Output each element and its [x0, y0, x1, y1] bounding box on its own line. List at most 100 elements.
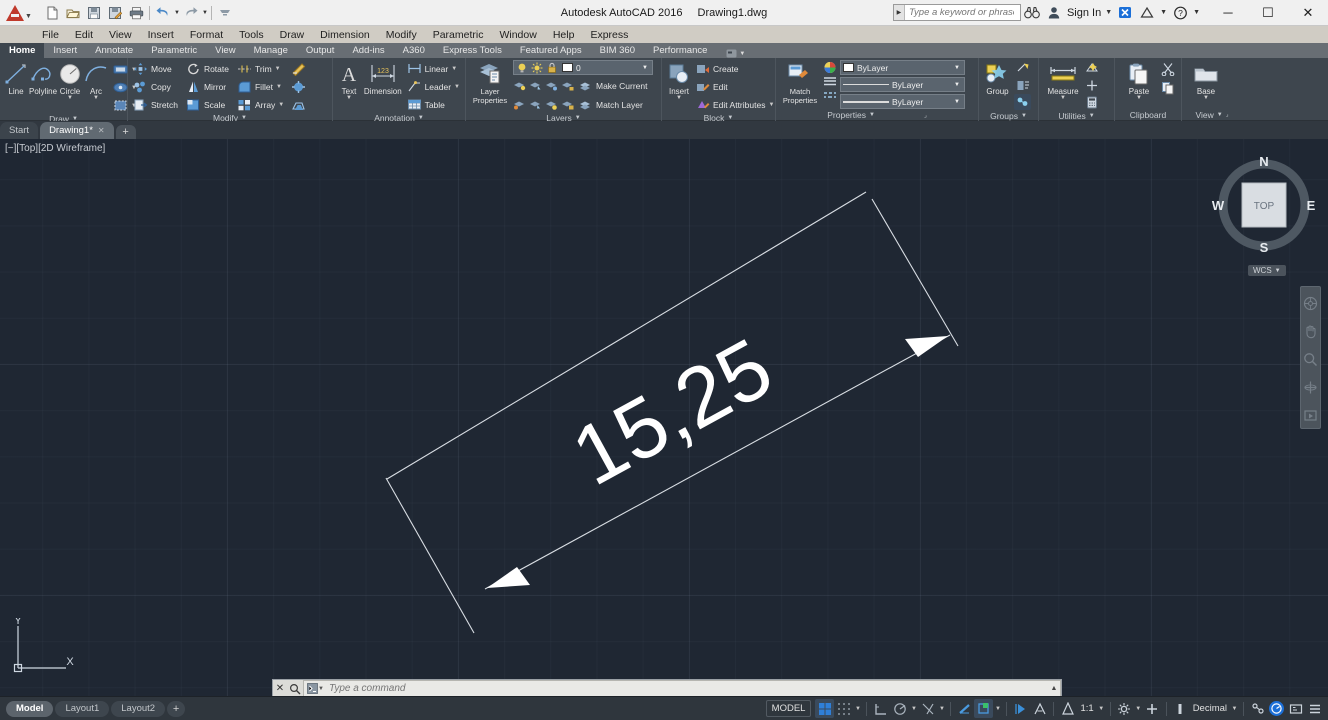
object-snap-tracking-button[interactable]	[918, 699, 937, 718]
autodesk-app-icon[interactable]	[1136, 2, 1158, 24]
ribbon-tab-express-tools[interactable]: Express Tools	[434, 43, 511, 58]
sign-in-dropdown-icon[interactable]: ▼	[1105, 9, 1112, 16]
copy-clip-icon[interactable]	[1161, 79, 1175, 97]
edit-attributes-dropdown-icon[interactable]: ▼	[768, 102, 774, 108]
base-view-button[interactable]: Base ▼	[1185, 60, 1227, 101]
ribbon-tab-home[interactable]: Home	[0, 43, 45, 58]
array-dropdown-icon[interactable]: ▼	[278, 102, 284, 108]
menu-item-dimension[interactable]: Dimension	[312, 27, 378, 43]
zoom-magnifier-icon[interactable]	[1301, 346, 1320, 372]
undo-arrow-icon[interactable]	[153, 3, 173, 23]
units-dropdown-icon[interactable]: ▼	[1230, 706, 1239, 712]
command-history-icon[interactable]: ▼	[318, 686, 324, 692]
fillet-button[interactable]: Fillet ▼	[235, 78, 286, 95]
sign-in-button[interactable]: Sign In	[1065, 7, 1103, 19]
color-wheel-icon[interactable]	[823, 61, 837, 74]
make-current-button[interactable]: Make Current	[577, 77, 650, 94]
menu-item-tools[interactable]: Tools	[231, 27, 272, 43]
chevron-down-icon[interactable]: ▼	[954, 82, 962, 88]
quick-select-icon[interactable]	[1085, 60, 1099, 76]
clean-screen-button[interactable]	[1286, 699, 1305, 718]
trim-button[interactable]: Trim ▼	[235, 60, 286, 77]
arc-dropdown-icon[interactable]: ▼	[93, 95, 99, 101]
search-input[interactable]	[908, 7, 1014, 18]
annotation-monitor-button[interactable]	[1030, 699, 1049, 718]
menu-item-insert[interactable]: Insert	[140, 27, 182, 43]
customization-button[interactable]	[1305, 699, 1324, 718]
ribbon-tab-a360[interactable]: A360	[394, 43, 434, 58]
annotation-visibility-button[interactable]	[1058, 699, 1077, 718]
isolate-objects-toggle[interactable]	[1248, 699, 1267, 718]
chevron-down-icon[interactable]: ▼	[1217, 112, 1223, 118]
layer-tool-icon-5[interactable]	[513, 99, 526, 111]
array-button[interactable]: Array ▼	[235, 96, 286, 113]
circle-dropdown-icon[interactable]: ▼	[67, 95, 73, 101]
layer-tool-icon-4[interactable]	[561, 80, 574, 92]
drawing-canvas[interactable]: [−][Top][2D Wireframe] 15,25 Y X TOP N E	[0, 139, 1328, 696]
menu-item-format[interactable]: Format	[182, 27, 231, 43]
linear-dropdown-icon[interactable]: ▼	[451, 66, 457, 72]
close-button[interactable]: ✕	[1288, 0, 1328, 25]
circle-button[interactable]: Circle ▼	[57, 60, 83, 101]
undo-dropdown-icon[interactable]: ▼	[174, 10, 180, 16]
copy-button[interactable]: Copy	[131, 78, 180, 95]
offset-button[interactable]	[289, 96, 308, 113]
layout-tab-model[interactable]: Model	[6, 700, 54, 717]
properties-dialog-launcher-icon[interactable]: ⌟	[924, 112, 927, 119]
layout-tab-layout2[interactable]: Layout2	[111, 700, 166, 717]
ribbon-tab-featured-apps[interactable]: Featured Apps	[511, 43, 591, 58]
snap-mode-button[interactable]	[834, 699, 853, 718]
command-input-wrapper[interactable]: ▼ ▲	[303, 680, 1061, 697]
orbit-icon[interactable]	[1301, 374, 1320, 400]
scale-button[interactable]: Scale	[184, 96, 231, 113]
dimension-entity[interactable]: 15,25	[0, 139, 1328, 696]
group-button[interactable]: Group	[982, 60, 1013, 96]
new-layout-button[interactable]: +	[167, 700, 186, 717]
scissors-icon[interactable]	[1161, 60, 1175, 78]
match-properties-button[interactable]: Match Properties	[779, 60, 821, 105]
rotate-button[interactable]: Rotate	[184, 60, 231, 77]
edit-attributes-button[interactable]: Edit Attributes ▼	[694, 96, 776, 113]
ribbon-tab-add-ins[interactable]: Add-ins	[343, 43, 393, 58]
edit-block-button[interactable]: Edit	[694, 78, 776, 95]
panel-title-groups[interactable]: Groups ▼	[979, 110, 1038, 121]
layout-tab-layout1[interactable]: Layout1	[55, 700, 110, 717]
ribbon-tab-annotate[interactable]: Annotate	[86, 43, 142, 58]
snap-dropdown-icon[interactable]: ▼	[853, 706, 862, 712]
layer-tool-icon-3[interactable]	[545, 80, 558, 92]
ribbon-tab-insert[interactable]: Insert	[44, 43, 86, 58]
layer-tool-icon-6[interactable]	[529, 99, 542, 111]
scale-dropdown-icon[interactable]: ▼	[1097, 706, 1106, 712]
padlock-icon[interactable]	[546, 62, 558, 74]
menu-item-modify[interactable]: Modify	[378, 27, 425, 43]
document-tab-start[interactable]: Start	[0, 122, 39, 139]
menu-item-parametric[interactable]: Parametric	[425, 27, 492, 43]
menu-item-window[interactable]: Window	[491, 27, 544, 43]
floppy-disk-icon[interactable]	[84, 3, 104, 23]
autodesk-exchange-icon[interactable]	[1114, 2, 1136, 24]
units-value[interactable]: Decimal	[1190, 703, 1230, 714]
command-input[interactable]	[328, 683, 1048, 694]
printer-icon[interactable]	[126, 3, 146, 23]
command-expand-icon[interactable]: ▲	[1048, 685, 1060, 692]
dimension-button[interactable]: 123 Dimension	[362, 60, 404, 96]
save-as-icon[interactable]	[105, 3, 125, 23]
polar-tracking-button[interactable]	[890, 699, 909, 718]
arc-button[interactable]: Arc ▼	[83, 60, 109, 101]
view-dialog-launcher-icon[interactable]: ⌟	[1226, 111, 1229, 118]
maximize-button[interactable]: ☐	[1248, 0, 1288, 25]
mirror-button[interactable]: Mirror	[184, 78, 231, 95]
chevron-down-icon[interactable]: ▼	[1021, 113, 1027, 119]
point-icon[interactable]	[1085, 77, 1099, 93]
search-history-icon[interactable]: ▶	[893, 5, 905, 20]
chevron-down-icon[interactable]: ▼	[25, 13, 32, 20]
hardware-acceleration-button[interactable]	[1143, 699, 1162, 718]
trim-dropdown-icon[interactable]: ▼	[275, 66, 281, 72]
chevron-down-icon[interactable]: ▼	[954, 65, 962, 71]
help-question-icon[interactable]: ?	[1169, 2, 1191, 24]
move-button[interactable]: Move	[131, 60, 180, 77]
chevron-down-icon[interactable]: ▼	[642, 65, 650, 71]
osnap-dropdown-icon[interactable]: ▼	[937, 706, 946, 712]
redo-dropdown-icon[interactable]: ▼	[202, 10, 208, 16]
menu-item-help[interactable]: Help	[545, 27, 583, 43]
